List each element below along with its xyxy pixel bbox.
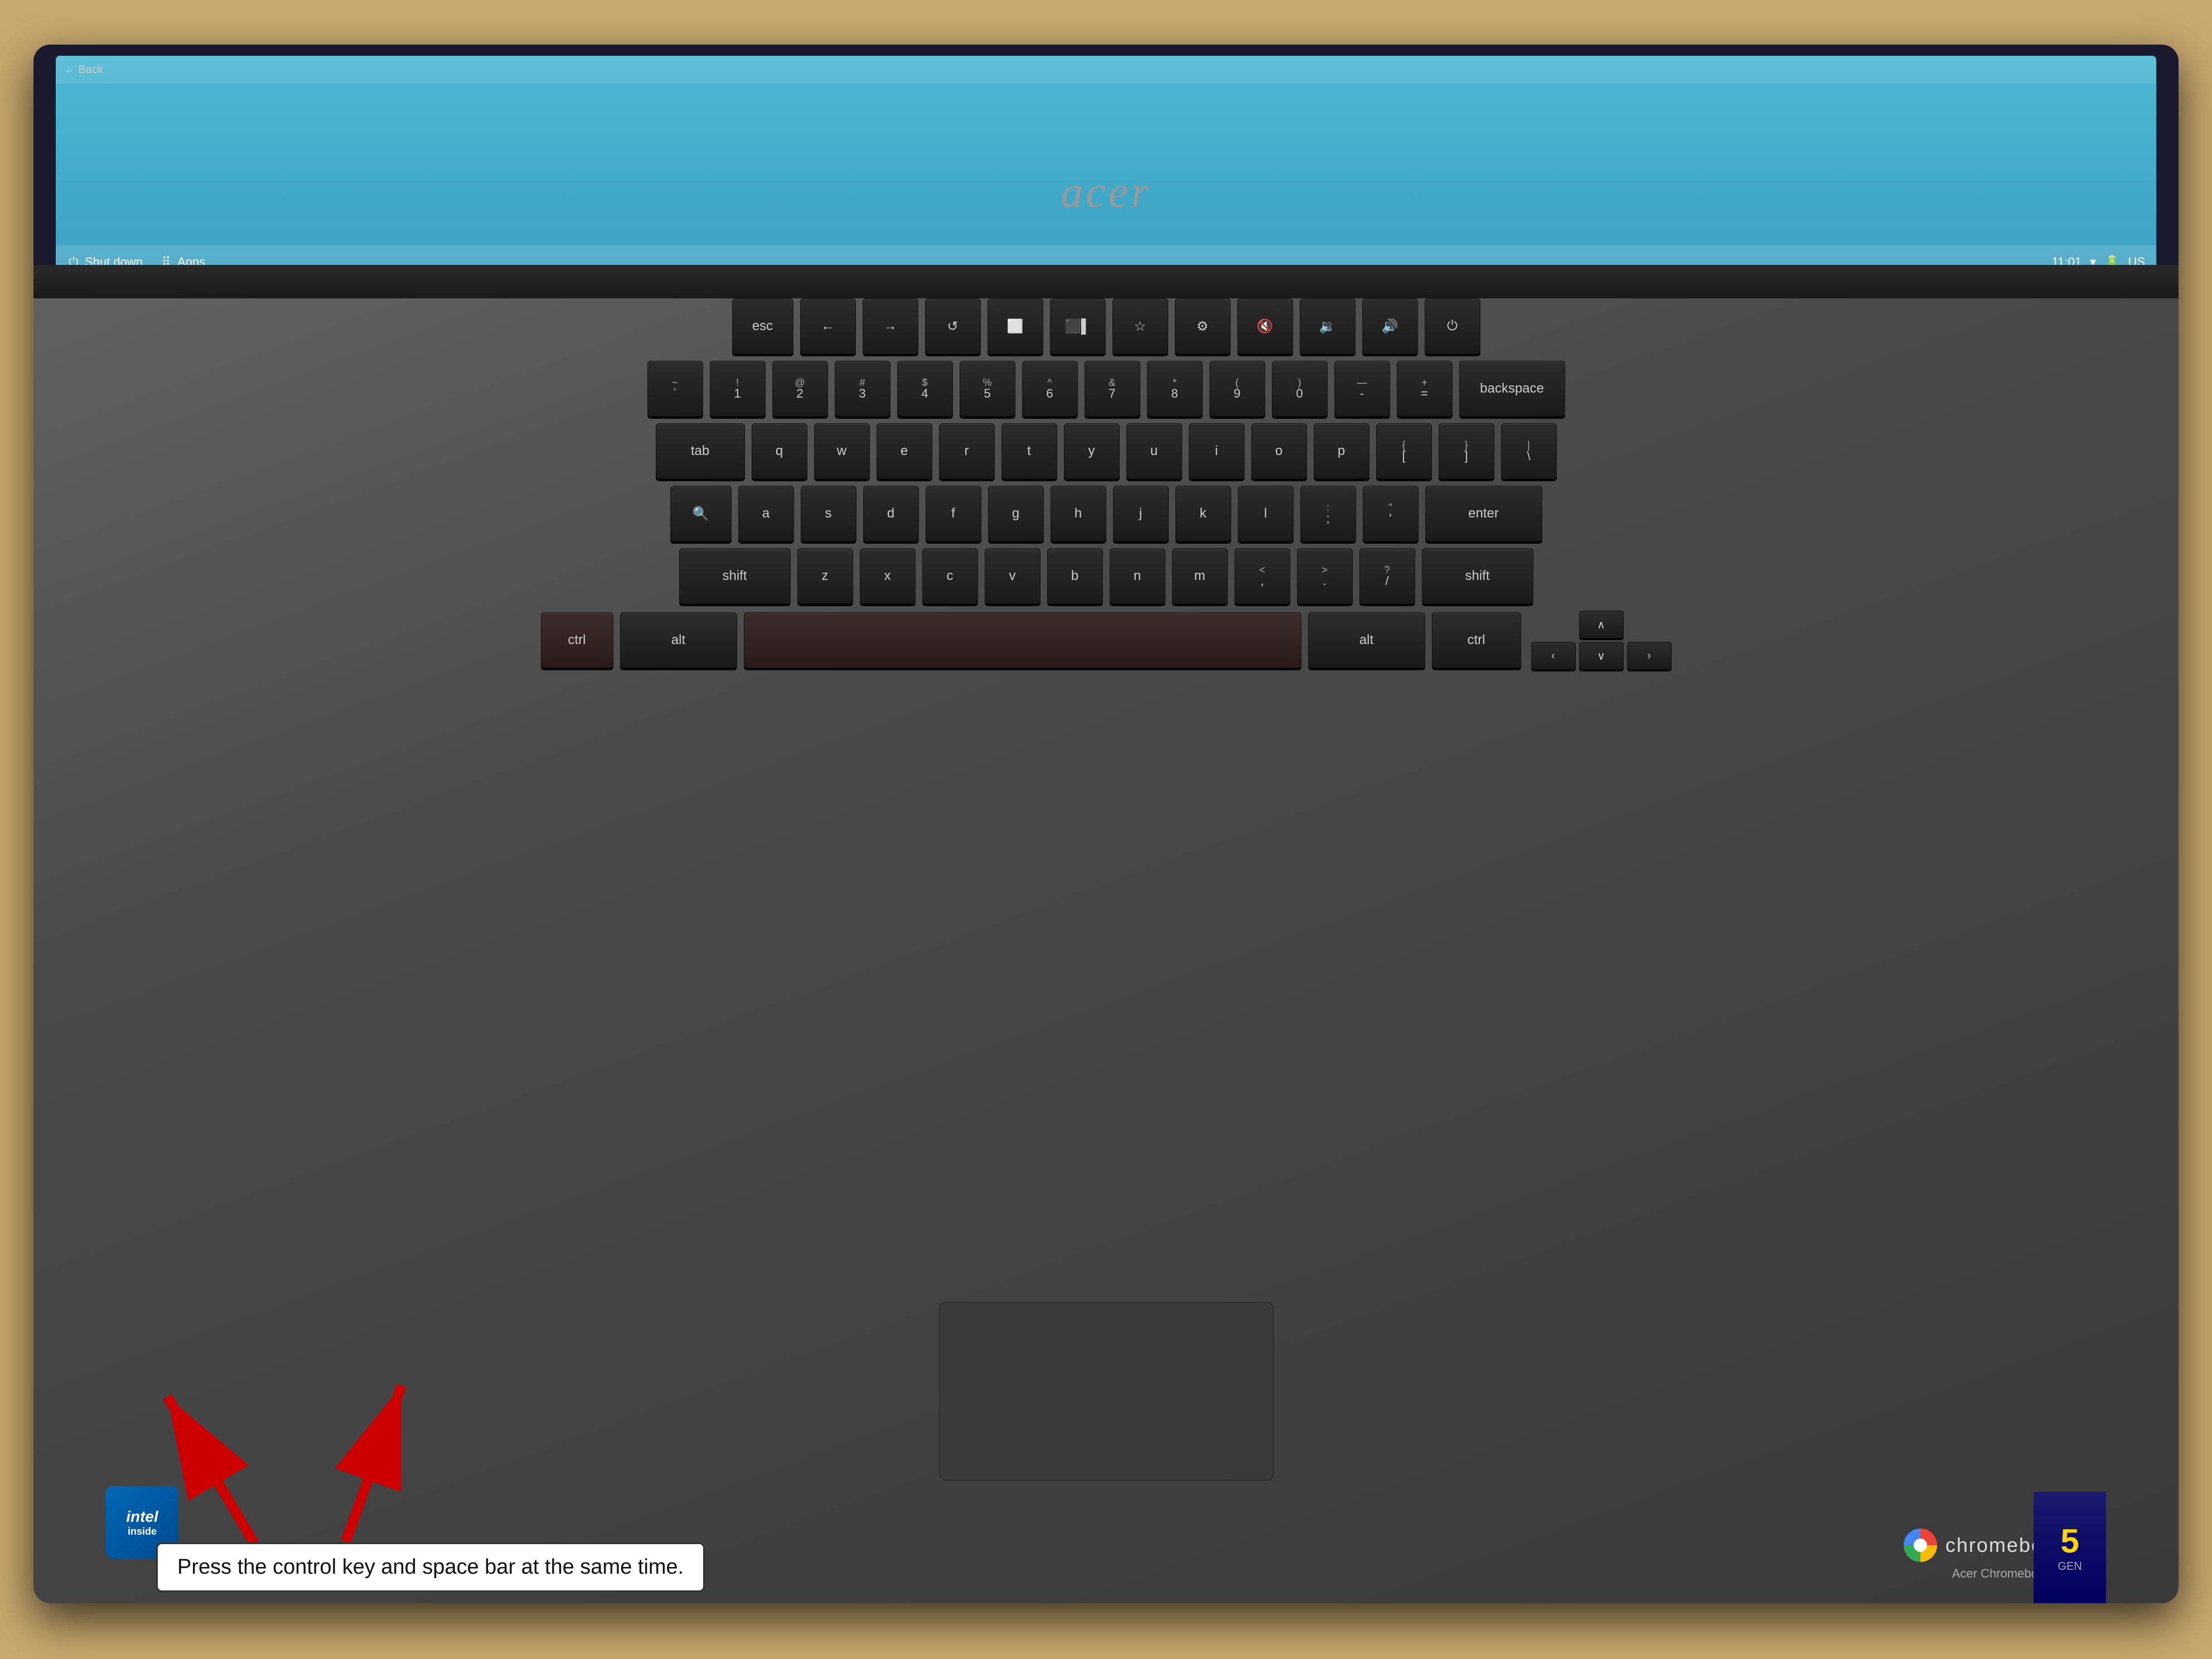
key-bright-up[interactable]: ⚙ bbox=[1175, 298, 1231, 354]
key-5[interactable]: %5 bbox=[960, 361, 1015, 417]
key-e[interactable]: e bbox=[877, 423, 932, 479]
key-1[interactable]: !1 bbox=[710, 361, 766, 417]
key-h[interactable]: h bbox=[1051, 486, 1106, 541]
key-back[interactable]: ← bbox=[800, 298, 856, 354]
key-tab[interactable]: tab bbox=[656, 423, 745, 479]
key-a[interactable]: a bbox=[738, 486, 794, 541]
key-0[interactable]: )0 bbox=[1272, 361, 1328, 417]
key-mute[interactable]: 🔇 bbox=[1237, 298, 1293, 354]
function-row: esc ← → ↺ ⬜ ⬛▌ ☆ ⚙ 🔇 🔉 🔊 ⏻ bbox=[78, 298, 2134, 354]
key-l[interactable]: l bbox=[1238, 486, 1294, 541]
key-b[interactable]: b bbox=[1047, 548, 1103, 604]
key-i[interactable]: i bbox=[1189, 423, 1245, 479]
key-ctrl-left[interactable]: ctrl bbox=[541, 612, 613, 668]
key-p[interactable]: p bbox=[1314, 423, 1369, 479]
number-row: ~` !1 @2 #3 $4 %5 ^6 &7 bbox=[78, 361, 2134, 417]
key-alt-right[interactable]: alt bbox=[1308, 612, 1425, 668]
key-slash[interactable]: ?/ bbox=[1359, 548, 1415, 604]
key-enter[interactable]: enter bbox=[1425, 486, 1542, 541]
key-v[interactable]: v bbox=[985, 548, 1040, 604]
key-minus[interactable]: —- bbox=[1334, 361, 1390, 417]
key-q[interactable]: q bbox=[752, 423, 807, 479]
gen-number: 5 bbox=[2060, 1522, 2079, 1560]
key-vol-down[interactable]: 🔉 bbox=[1300, 298, 1356, 354]
key-esc[interactable]: esc bbox=[732, 298, 793, 354]
key-period[interactable]: >. bbox=[1297, 548, 1353, 604]
key-o[interactable]: o bbox=[1251, 423, 1307, 479]
home-row: 🔍 a s d f g h j k l :; "' enter bbox=[78, 486, 2134, 541]
key-j[interactable]: j bbox=[1113, 486, 1169, 541]
key-arrow-left[interactable]: ‹ bbox=[1531, 642, 1576, 670]
key-refresh[interactable]: ↺ bbox=[925, 298, 981, 354]
key-forward[interactable]: → bbox=[863, 298, 918, 354]
key-quote[interactable]: "' bbox=[1363, 486, 1419, 541]
arrow-cluster: ∧ ‹ ∨ › bbox=[1531, 611, 1672, 670]
key-fullscreen[interactable]: ⬜ bbox=[988, 298, 1043, 354]
back-button[interactable]: ← Back bbox=[64, 64, 103, 76]
key-bright-down[interactable]: ☆ bbox=[1112, 298, 1168, 354]
key-search[interactable]: 🔍 bbox=[670, 486, 732, 541]
intel-inside-text: inside bbox=[128, 1526, 157, 1537]
shift-row: shift z x c v b n m <, >. ?/ shift bbox=[78, 548, 2134, 604]
laptop-body: acer ← Back ⏻ Shut down bbox=[33, 45, 2179, 1603]
key-3[interactable]: #3 bbox=[835, 361, 890, 417]
key-power[interactable]: ⏻ bbox=[1425, 298, 1480, 354]
key-x[interactable]: x bbox=[860, 548, 916, 604]
key-4[interactable]: $4 bbox=[897, 361, 953, 417]
key-c[interactable]: c bbox=[922, 548, 978, 604]
key-comma[interactable]: <, bbox=[1235, 548, 1290, 604]
key-w[interactable]: w bbox=[814, 423, 870, 479]
gen-label-text: GEN bbox=[2058, 1560, 2082, 1573]
key-9[interactable]: (9 bbox=[1209, 361, 1265, 417]
key-u[interactable]: u bbox=[1126, 423, 1182, 479]
key-n[interactable]: n bbox=[1110, 548, 1165, 604]
key-7[interactable]: &7 bbox=[1085, 361, 1140, 417]
bottom-row: ctrl alt alt ctrl ∧ ‹ ∨ › bbox=[78, 611, 2134, 670]
key-r[interactable]: r bbox=[939, 423, 995, 479]
qwerty-row: tab q w e r t y u i o p {[ }] |\ bbox=[78, 423, 2134, 479]
key-alt-left[interactable]: alt bbox=[620, 612, 737, 668]
key-backspace[interactable]: backspace bbox=[1459, 361, 1565, 417]
key-backslash[interactable]: |\ bbox=[1501, 423, 1557, 479]
key-8[interactable]: *8 bbox=[1147, 361, 1203, 417]
key-backtick[interactable]: ~` bbox=[647, 361, 703, 417]
key-rbracket[interactable]: }] bbox=[1439, 423, 1494, 479]
key-f[interactable]: f bbox=[926, 486, 981, 541]
chrome-logo-icon bbox=[1904, 1529, 1937, 1562]
key-windows[interactable]: ⬛▌ bbox=[1050, 298, 1106, 354]
key-s[interactable]: s bbox=[801, 486, 856, 541]
key-arrow-right[interactable]: › bbox=[1627, 642, 1672, 670]
key-vol-up[interactable]: 🔊 bbox=[1362, 298, 1418, 354]
key-6[interactable]: ^6 bbox=[1022, 361, 1078, 417]
key-d[interactable]: d bbox=[863, 486, 919, 541]
key-2[interactable]: @2 bbox=[772, 361, 828, 417]
key-shift-right[interactable]: shift bbox=[1422, 548, 1533, 604]
browser-bar: ← Back bbox=[56, 56, 2156, 84]
key-shift-left[interactable]: shift bbox=[679, 548, 791, 604]
key-arrow-up[interactable]: ∧ bbox=[1579, 611, 1624, 639]
intel-text: intel bbox=[126, 1508, 158, 1526]
key-spacebar[interactable] bbox=[744, 612, 1301, 668]
key-z[interactable]: z bbox=[797, 548, 853, 604]
key-ctrl-right[interactable]: ctrl bbox=[1432, 612, 1521, 668]
acer-logo: acer bbox=[1061, 167, 1151, 218]
gen-badge: 5 GEN bbox=[2034, 1492, 2106, 1603]
key-m[interactable]: m bbox=[1172, 548, 1228, 604]
key-g[interactable]: g bbox=[988, 486, 1044, 541]
hinge-bar bbox=[33, 265, 2179, 298]
key-semicolon[interactable]: :; bbox=[1300, 486, 1356, 541]
key-lbracket[interactable]: {[ bbox=[1376, 423, 1432, 479]
key-arrow-down[interactable]: ∨ bbox=[1579, 642, 1624, 670]
key-equals[interactable]: += bbox=[1397, 361, 1453, 417]
key-t[interactable]: t bbox=[1001, 423, 1057, 479]
key-k[interactable]: k bbox=[1175, 486, 1231, 541]
touchpad[interactable] bbox=[939, 1302, 1274, 1481]
key-y[interactable]: y bbox=[1064, 423, 1120, 479]
intel-badge: intel inside bbox=[106, 1486, 178, 1559]
screen-area: acer ← Back ⏻ Shut down bbox=[33, 45, 2179, 279]
